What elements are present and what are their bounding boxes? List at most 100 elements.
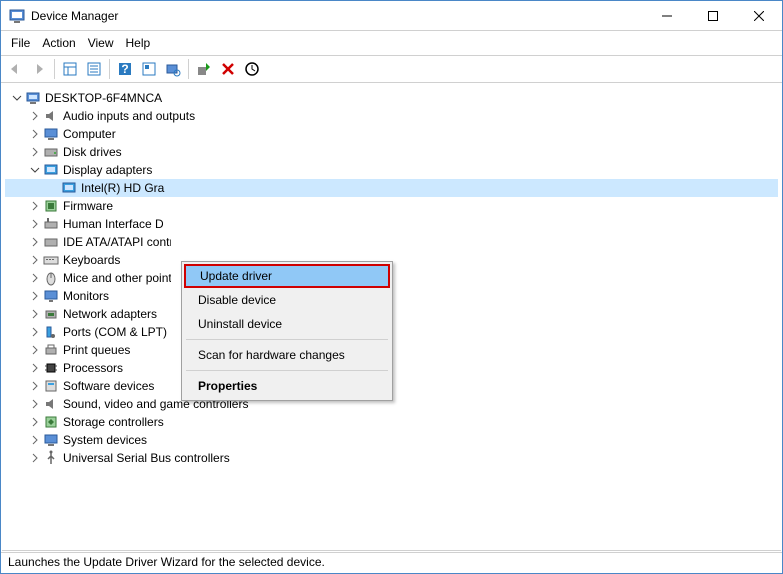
tree-item-label: Monitors [63,289,109,303]
expand-icon[interactable] [27,432,43,448]
tree-item[interactable]: Disk drives [5,143,778,161]
status-text: Launches the Update Driver Wizard for th… [8,555,325,569]
forward-button[interactable] [27,57,51,81]
expand-icon[interactable] [27,414,43,430]
help-button[interactable]: ? [113,57,137,81]
tree-item[interactable]: Audio inputs and outputs [5,107,778,125]
disable-button[interactable] [240,57,264,81]
context-menu-label: Update driver [200,269,272,283]
network-icon [43,306,59,322]
processor-icon [43,360,59,376]
context-menu-properties[interactable]: Properties [184,374,390,398]
expand-icon[interactable] [27,450,43,466]
expand-icon[interactable] [27,324,43,340]
computer-icon [25,90,41,106]
context-menu-update-driver[interactable]: Update driver [184,264,390,288]
tree-item-label: Keyboards [63,253,120,267]
tree-item-selected[interactable]: Intel(R) HD Graphics 4600 [5,179,778,197]
tree-item[interactable]: Computer [5,125,778,143]
show-hide-tree-button[interactable] [58,57,82,81]
display-adapter-icon [61,180,77,196]
svg-text:?: ? [121,62,128,76]
title-bar: Device Manager [1,1,782,31]
tree-item-label: Mice and other pointing devices [63,271,171,285]
window-title: Device Manager [31,9,644,23]
menu-help[interactable]: Help [120,34,157,52]
tree-root[interactable]: DESKTOP-6F4MNCA [5,89,778,107]
close-button[interactable] [736,1,782,30]
tree-item-label: Intel(R) HD Graphics 4600 [81,181,165,195]
tree-item-label: Computer [63,127,116,141]
tree-item-label: IDE ATA/ATAPI controllers [63,235,171,249]
tree-item[interactable]: Firmware [5,197,778,215]
context-menu-disable-device[interactable]: Disable device [184,288,390,312]
expand-icon[interactable] [27,198,43,214]
tree-item-label: Human Interface Devices [63,217,163,231]
tree-item-label: Print queues [63,343,130,357]
tree-item-label: Storage controllers [63,415,164,429]
context-menu-scan[interactable]: Scan for hardware changes [184,343,390,367]
update-driver-button[interactable] [192,57,216,81]
tree-item[interactable]: Storage controllers [5,413,778,431]
expand-icon[interactable] [27,234,43,250]
expand-icon[interactable] [27,126,43,142]
context-menu-label: Uninstall device [198,317,282,331]
expand-icon[interactable] [27,288,43,304]
software-icon [43,378,59,394]
tree-item-label: Processors [63,361,123,375]
device-tree[interactable]: DESKTOP-6F4MNCA Audio inputs and outputs… [1,83,782,553]
properties-button[interactable] [82,57,106,81]
mouse-icon [43,270,59,286]
firmware-icon [43,198,59,214]
context-menu: Update driver Disable device Uninstall d… [181,261,393,401]
context-menu-uninstall-device[interactable]: Uninstall device [184,312,390,336]
tree-item-display-adapters[interactable]: Display adapters [5,161,778,179]
context-menu-label: Scan for hardware changes [198,348,345,362]
tree-item[interactable]: Human Interface Devices [5,215,778,233]
context-menu-label: Properties [198,379,257,393]
tree-item[interactable]: IDE ATA/ATAPI controllers [5,233,778,251]
tree-item[interactable]: Universal Serial Bus controllers [5,449,778,467]
expand-icon[interactable] [27,108,43,124]
audio-icon [43,108,59,124]
scan-hardware-button[interactable] [161,57,185,81]
keyboard-icon [43,252,59,268]
tree-item-label: Software devices [63,379,154,393]
toolbar: ? [1,55,782,83]
context-menu-separator [186,370,388,371]
collapse-icon[interactable] [27,162,43,178]
tree-item-label: Network adapters [63,307,157,321]
maximize-button[interactable] [690,1,736,30]
storage-icon [43,414,59,430]
menu-action[interactable]: Action [36,34,81,52]
status-bar: Launches the Update Driver Wizard for th… [2,550,781,572]
disk-icon [43,144,59,160]
printer-icon [43,342,59,358]
tree-item-label: Firmware [63,199,113,213]
minimize-button[interactable] [644,1,690,30]
tree-item-label: Ports (COM & LPT) [63,325,167,339]
expand-icon[interactable] [27,216,43,232]
action-button[interactable] [137,57,161,81]
tree-item-label: Universal Serial Bus controllers [63,451,230,465]
app-icon [9,8,25,24]
expand-icon[interactable] [27,270,43,286]
menu-bar: File Action View Help [1,33,782,53]
expand-icon[interactable] [27,306,43,322]
expand-icon[interactable] [27,360,43,376]
expand-icon[interactable] [27,252,43,268]
expand-icon[interactable] [27,342,43,358]
sound-icon [43,396,59,412]
menu-view[interactable]: View [82,34,120,52]
collapse-icon[interactable] [9,90,25,106]
expand-icon[interactable] [27,144,43,160]
computer-icon [43,126,59,142]
expand-icon[interactable] [27,378,43,394]
back-button[interactable] [3,57,27,81]
expand-icon[interactable] [27,396,43,412]
tree-item-label: Display adapters [63,163,152,177]
uninstall-button[interactable] [216,57,240,81]
menu-file[interactable]: File [5,34,36,52]
display-adapter-icon [43,162,59,178]
tree-item[interactable]: System devices [5,431,778,449]
